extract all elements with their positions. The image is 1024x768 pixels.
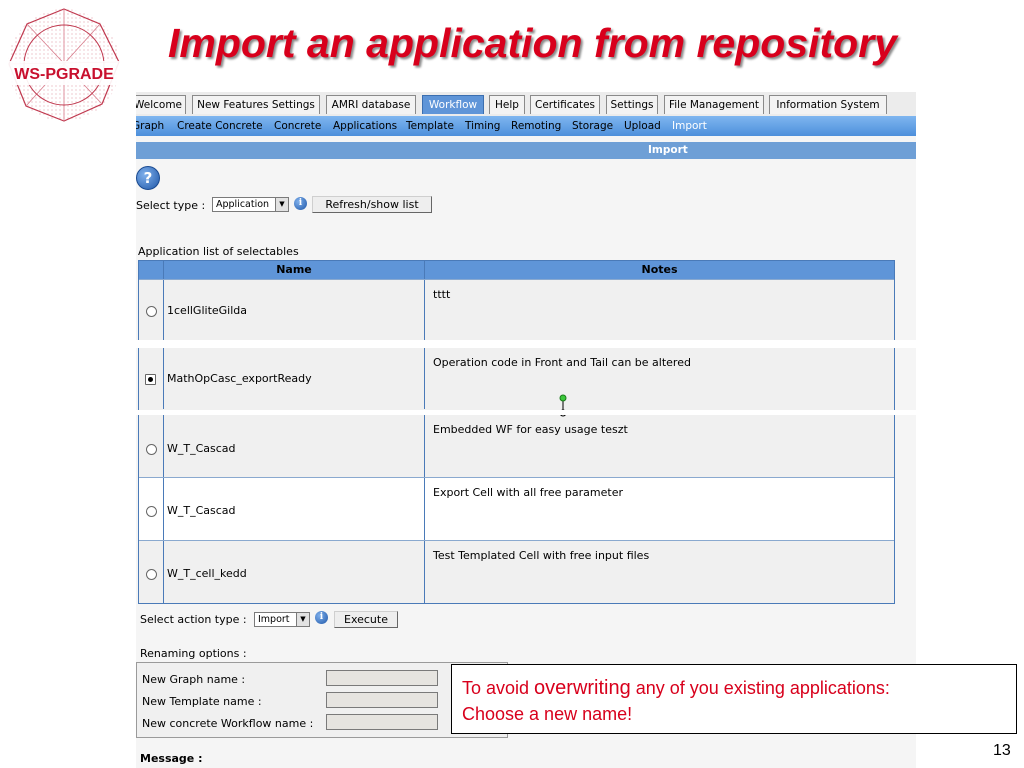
row-name: 1cellGliteGilda bbox=[167, 304, 248, 317]
column-name: Name bbox=[164, 261, 425, 279]
tab-certificates[interactable]: Certificates bbox=[530, 95, 600, 114]
row-name: W_T_Cascad bbox=[167, 442, 236, 455]
execute-button[interactable]: Execute bbox=[334, 611, 398, 628]
subnav-concrete[interactable]: Concrete bbox=[274, 116, 321, 136]
workflow-subnav: Graph Create Concrete Concrete Applicati… bbox=[136, 116, 916, 136]
info-icon[interactable]: i bbox=[315, 611, 328, 624]
application-table: Name Notes 1cellGliteGilda tttt MathOpCa… bbox=[138, 260, 895, 604]
row-name: W_T_Cascad bbox=[167, 504, 236, 517]
callout-rest: any of you existing applications: bbox=[630, 678, 890, 698]
row-radio[interactable] bbox=[146, 506, 157, 517]
table-header: Name Notes bbox=[139, 261, 894, 279]
subnav-create-concrete[interactable]: Create Concrete bbox=[177, 116, 263, 136]
message-label: Message : bbox=[140, 752, 203, 765]
help-icon[interactable]: ? bbox=[136, 166, 160, 190]
select-type-dropdown[interactable]: Application ▼ bbox=[212, 197, 289, 212]
select-action-label: Select action type : bbox=[140, 613, 247, 626]
tab-amri-database[interactable]: AMRI database bbox=[326, 95, 416, 114]
row-name: W_T_cell_kedd bbox=[167, 567, 247, 580]
row-radio[interactable] bbox=[146, 306, 157, 317]
renaming-options-label: Renaming options : bbox=[140, 647, 247, 660]
table-row: MathOpCasc_exportReady Operation code in… bbox=[139, 347, 894, 417]
tab-workflow[interactable]: Workflow bbox=[422, 95, 484, 114]
table-row: W_T_Cascad Export Cell with all free par… bbox=[139, 477, 894, 540]
chevron-down-icon: ▼ bbox=[296, 613, 309, 626]
new-graph-name-input[interactable] bbox=[326, 670, 438, 686]
row-separator bbox=[136, 410, 916, 415]
new-template-name-label: New Template name : bbox=[142, 695, 262, 708]
row-separator bbox=[136, 340, 916, 348]
new-template-name-input[interactable] bbox=[326, 692, 438, 708]
row-radio[interactable] bbox=[146, 569, 157, 580]
new-workflow-name-input[interactable] bbox=[326, 714, 438, 730]
column-notes: Notes bbox=[641, 263, 678, 276]
page-number: 13 bbox=[993, 742, 1011, 759]
tab-file-management[interactable]: File Management bbox=[664, 95, 764, 114]
ws-pgrade-logo: WS-PGRADE bbox=[2, 8, 126, 122]
subnav-applications[interactable]: Applications bbox=[333, 116, 397, 136]
row-notes: tttt bbox=[433, 288, 451, 301]
callout-note: To avoid overwriting any of you existing… bbox=[451, 664, 1017, 734]
callout-line2: Choose a new name! bbox=[462, 704, 633, 724]
row-notes: Test Templated Cell with free input file… bbox=[433, 549, 650, 562]
table-row: W_T_cell_kedd Test Templated Cell with f… bbox=[139, 540, 894, 604]
callout-prefix: To avoid bbox=[462, 678, 535, 698]
subnav-upload[interactable]: Upload bbox=[624, 116, 661, 136]
table-row: W_T_Cascad Embedded WF for easy usage te… bbox=[139, 414, 894, 477]
new-workflow-name-label: New concrete Workflow name : bbox=[142, 717, 314, 730]
select-action-dropdown[interactable]: Import ▼ bbox=[254, 612, 310, 627]
row-notes: Operation code in Front and Tail can be … bbox=[433, 356, 691, 369]
chevron-down-icon: ▼ bbox=[275, 198, 288, 211]
tab-new-features-settings[interactable]: New Features Settings bbox=[192, 95, 320, 114]
callout-emphasis: overwriting bbox=[534, 677, 631, 699]
row-notes: Embedded WF for easy usage teszt bbox=[433, 423, 628, 436]
row-name: MathOpCasc_exportReady bbox=[167, 372, 312, 385]
subnav-timing[interactable]: Timing bbox=[465, 116, 500, 136]
subnav-template[interactable]: Template bbox=[406, 116, 454, 136]
table-row: 1cellGliteGilda tttt bbox=[139, 279, 894, 340]
slide-title: Import an application from repository bbox=[168, 20, 897, 66]
row-radio-selected[interactable] bbox=[145, 374, 156, 385]
info-icon[interactable]: i bbox=[294, 197, 307, 210]
tab-information-system[interactable]: Information System bbox=[769, 95, 887, 114]
subnav-graph[interactable]: Graph bbox=[136, 116, 164, 136]
tab-welcome[interactable]: Welcome bbox=[136, 95, 186, 114]
subnav-storage[interactable]: Storage bbox=[572, 116, 613, 136]
tab-help[interactable]: Help bbox=[489, 95, 525, 114]
subnav-remoting[interactable]: Remoting bbox=[511, 116, 561, 136]
select-type-label: Select type : bbox=[136, 199, 206, 212]
import-panel-header: Import bbox=[136, 142, 916, 159]
row-radio[interactable] bbox=[146, 444, 157, 455]
new-graph-name-label: New Graph name : bbox=[142, 673, 246, 686]
tab-settings[interactable]: Settings bbox=[606, 95, 658, 114]
list-caption: Application list of selectables bbox=[138, 245, 299, 258]
subnav-import[interactable]: Import bbox=[672, 116, 707, 136]
main-tab-bar: Welcome New Features Settings AMRI datab… bbox=[136, 92, 916, 117]
refresh-show-list-button[interactable]: Refresh/show list bbox=[312, 196, 432, 213]
row-notes: Export Cell with all free parameter bbox=[433, 486, 624, 499]
svg-text:WS-PGRADE: WS-PGRADE bbox=[14, 66, 114, 83]
